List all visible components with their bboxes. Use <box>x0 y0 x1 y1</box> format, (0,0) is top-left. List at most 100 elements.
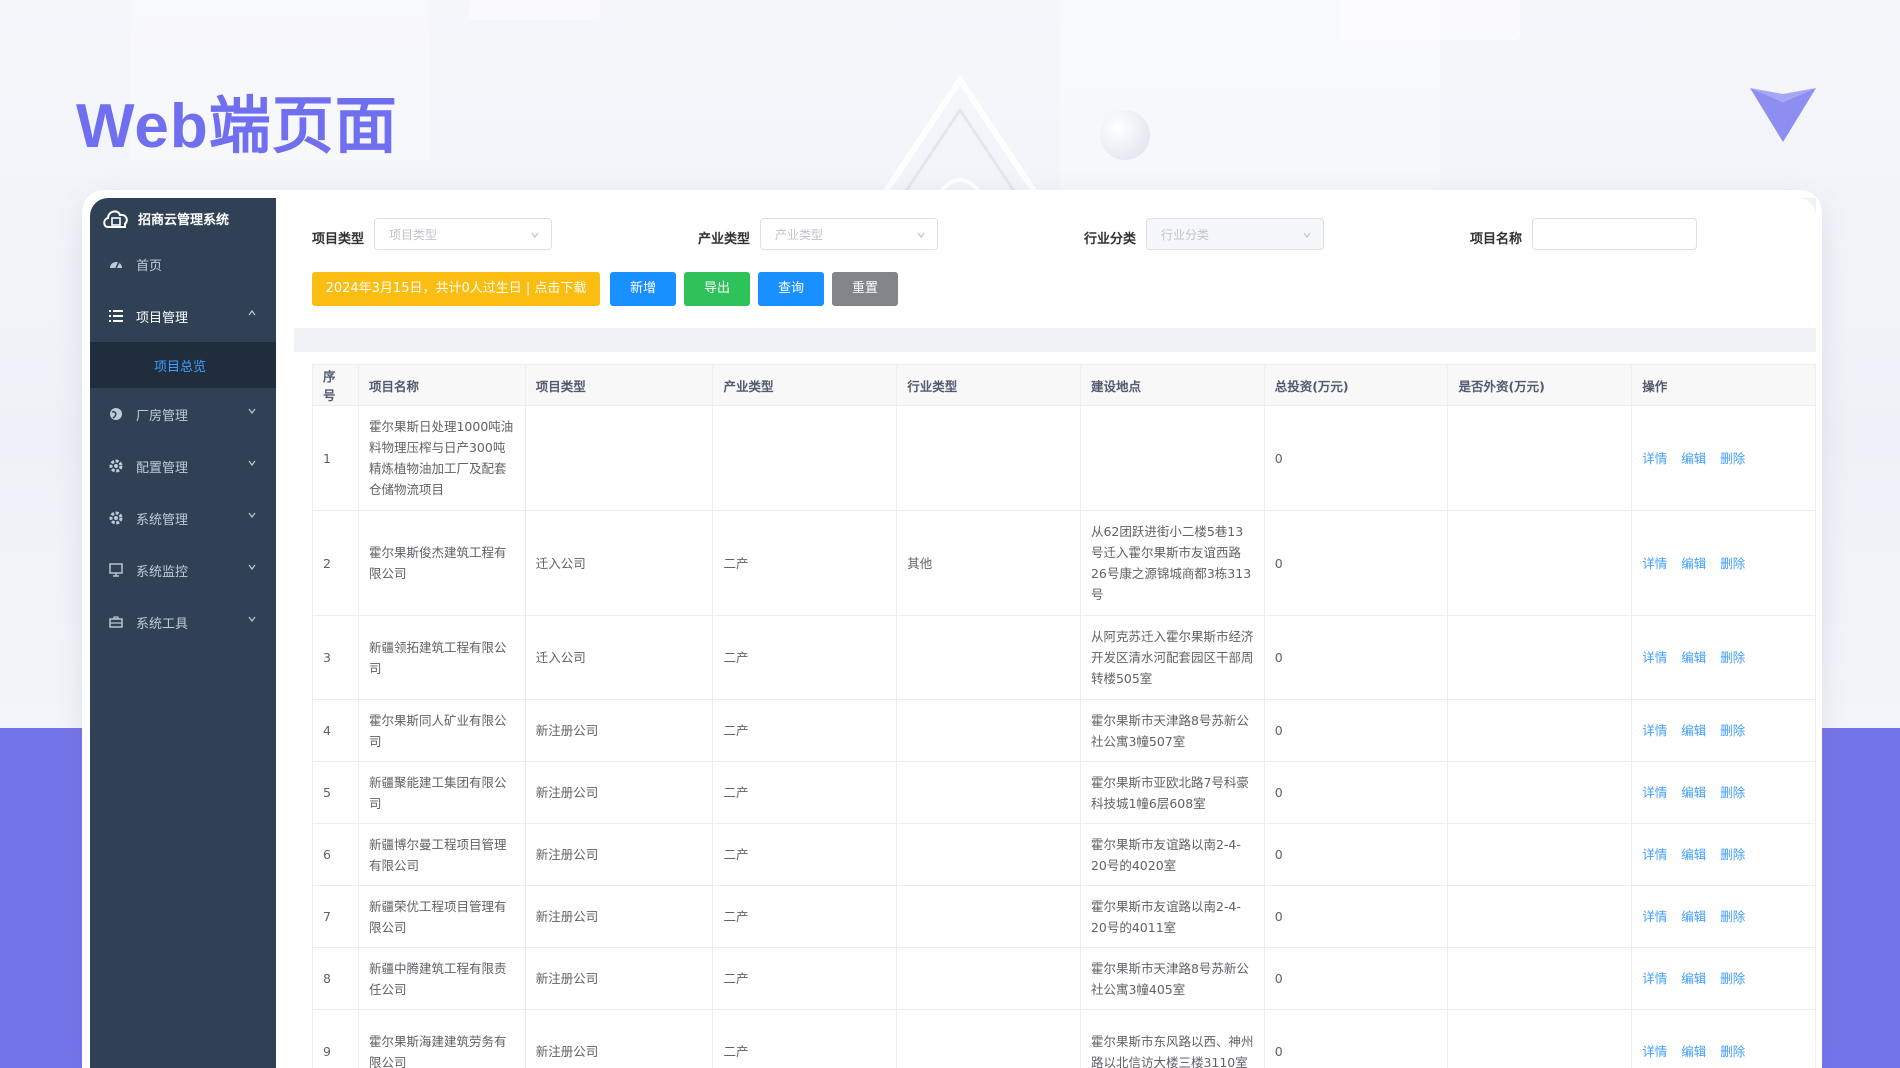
delete-link[interactable]: 删除 <box>1720 847 1745 862</box>
table-cell-ptype: 新注册公司 <box>524 761 714 824</box>
query-button[interactable]: 查询 <box>758 272 824 306</box>
chevron-down-icon <box>248 512 256 518</box>
table-cell-itype: 二产 <box>712 761 898 824</box>
delete-link[interactable]: 删除 <box>1720 556 1745 571</box>
table-header-cell[interactable]: 项目名称 <box>357 364 526 406</box>
table-cell-addr: 从62团跃进街小二楼5巷13号迁入霍尔果斯市友谊西路26号康之源锦城商都3栋31… <box>1079 510 1265 616</box>
reset-button[interactable]: 重置 <box>832 272 898 306</box>
sidebar-brand-name: 招商云管理系统 <box>138 212 230 228</box>
detail-link[interactable]: 详情 <box>1642 650 1667 665</box>
table-cell-actions: 详情 编辑 删除 <box>1631 699 1816 762</box>
table-cell-no: 8 <box>312 947 359 1010</box>
sidebar-item-label: 厂房管理 <box>136 408 189 424</box>
sidebar-item-label: 项目管理 <box>136 310 189 326</box>
sidebar-item-factory-management[interactable]: 厂房管理 <box>90 388 276 440</box>
table-row[interactable]: 6 新疆博尔曼工程项目管理有限公司 新注册公司 二产 霍尔果斯市友谊路以南2-4-20号… <box>312 823 1816 886</box>
edit-link[interactable]: 编辑 <box>1681 723 1706 738</box>
sidebar-item-project-management[interactable]: 项目管理 <box>90 290 276 342</box>
table-header-cell[interactable]: 项目类型 <box>524 364 714 406</box>
birthday-download-button[interactable]: 2024年3月15日，共计0人过生日 | 点击下载 <box>312 272 600 306</box>
detail-link[interactable]: 详情 <box>1642 785 1667 800</box>
delete-link[interactable]: 删除 <box>1720 971 1745 986</box>
table-cell-actions: 详情 编辑 删除 <box>1631 615 1816 700</box>
table-header-cell[interactable]: 行业类型 <box>896 364 1081 406</box>
table-cell-itype: 二产 <box>712 699 898 762</box>
chevron-logo-icon <box>1750 88 1816 142</box>
table-header-cell[interactable]: 是否外资(万元) <box>1447 364 1633 406</box>
table-cell-ptype: 迁入公司 <box>524 510 714 616</box>
edit-link[interactable]: 编辑 <box>1681 909 1706 924</box>
table-cell-itype: 二产 <box>712 1009 898 1068</box>
table-row[interactable]: 5 新疆聚能建工集团有限公司 新注册公司 二产 霍尔果斯市亚欧北路7号科豪科技城1幢6层… <box>312 761 1816 824</box>
table-header-row: 序号 项目名称 项目类型 产业类型 行业类型 建设地点 总投资(万元) 是否外资… <box>312 364 1816 406</box>
table-row[interactable]: 7 新疆荣优工程项目管理有限公司 新注册公司 二产 霍尔果斯市友谊路以南2-4-20号的… <box>312 885 1816 948</box>
detail-link[interactable]: 详情 <box>1642 847 1667 862</box>
detail-link[interactable]: 详情 <box>1642 909 1667 924</box>
delete-link[interactable]: 删除 <box>1720 1044 1745 1059</box>
hero-title: Web端页面 <box>76 92 398 161</box>
detail-link[interactable]: 详情 <box>1642 451 1667 466</box>
edit-link[interactable]: 编辑 <box>1681 847 1706 862</box>
detail-link[interactable]: 详情 <box>1642 1044 1667 1059</box>
sidebar-subitem-project-overview[interactable]: 项目总览 <box>90 342 276 388</box>
table-header-cell[interactable]: 总投资(万元) <box>1263 364 1449 406</box>
delete-link[interactable]: 删除 <box>1720 909 1745 924</box>
table-cell-ptype: 新注册公司 <box>524 1009 714 1068</box>
table-header-cell[interactable]: 产业类型 <box>712 364 898 406</box>
table-header-cell[interactable]: 建设地点 <box>1079 364 1265 406</box>
industry-type-label: 产业类型 <box>698 232 751 247</box>
detail-link[interactable]: 详情 <box>1642 556 1667 571</box>
industry-type-select[interactable]: 产业类型 <box>760 218 938 250</box>
table-cell-sector <box>896 823 1081 886</box>
table-cell-ptype <box>524 405 714 511</box>
edit-link[interactable]: 编辑 <box>1681 556 1706 571</box>
edit-link[interactable]: 编辑 <box>1681 1044 1706 1059</box>
sidebar-item-system-management[interactable]: 系统管理 <box>90 492 276 544</box>
project-name-input[interactable] <box>1532 218 1697 250</box>
sidebar-item-system-monitor[interactable]: 系统监控 <box>90 544 276 596</box>
bubble-decoration <box>1100 110 1150 160</box>
delete-link[interactable]: 删除 <box>1720 451 1745 466</box>
sector-placeholder: 行业分类 <box>1161 228 1210 242</box>
table-row[interactable]: 2 霍尔果斯俊杰建筑工程有限公司 迁入公司 二产 其他 从62团跃进街小二楼5巷13号迁入… <box>312 510 1816 616</box>
edit-link[interactable]: 编辑 <box>1681 971 1706 986</box>
detail-link[interactable]: 详情 <box>1642 971 1667 986</box>
table-header-cell[interactable]: 序号 <box>312 364 359 406</box>
sidebar-item-home[interactable]: 首页 <box>90 238 276 290</box>
project-type-select[interactable]: 项目类型 <box>374 218 552 250</box>
chevron-down-icon <box>248 616 256 622</box>
table-cell-sector <box>896 615 1081 700</box>
sidebar-item-system-tools[interactable]: 系统工具 <box>90 596 276 648</box>
sidebar-brand[interactable]: 招商云管理系统 <box>90 198 276 238</box>
table-cell-invest: 0 <box>1263 405 1449 511</box>
delete-link[interactable]: 删除 <box>1720 650 1745 665</box>
table-cell-addr: 霍尔果斯市亚欧北路7号科豪科技城1幢6层608室 <box>1079 761 1265 824</box>
chevron-down-icon <box>917 232 925 238</box>
sector-select[interactable]: 行业分类 <box>1146 218 1324 250</box>
edit-link[interactable]: 编辑 <box>1681 650 1706 665</box>
table-cell-no: 4 <box>312 699 359 762</box>
table-cell-itype: 二产 <box>712 615 898 700</box>
table-row[interactable]: 4 霍尔果斯同人矿业有限公司 新注册公司 二产 霍尔果斯市天津路8号苏新公社公寓3幢50… <box>312 699 1816 762</box>
table-cell-invest: 0 <box>1263 761 1449 824</box>
table-row[interactable]: 9 霍尔果斯海建建筑劳务有限公司 新注册公司 二产 霍尔果斯市东风路以西、神州路以北信访… <box>312 1009 1816 1068</box>
edit-link[interactable]: 编辑 <box>1681 451 1706 466</box>
table-header-cell[interactable]: 操作 <box>1631 364 1816 406</box>
table-cell-actions: 详情 编辑 删除 <box>1631 885 1816 948</box>
table-cell-ptype: 迁入公司 <box>524 615 714 700</box>
delete-link[interactable]: 删除 <box>1720 723 1745 738</box>
table-row[interactable]: 3 新疆领拓建筑工程有限公司 迁入公司 二产 从阿克苏迁入霍尔果斯市经济开发区清水河配套… <box>312 615 1816 700</box>
table-cell-sector <box>896 405 1081 511</box>
sidebar-item-label: 配置管理 <box>136 460 189 476</box>
table-cell-addr: 霍尔果斯市天津路8号苏新公社公寓3幢405室 <box>1079 947 1265 1010</box>
table-row[interactable]: 1 霍尔果斯日处理1000吨油料物理压榨与日产300吨精炼植物油加工厂及配套仓储物… <box>312 405 1816 511</box>
add-button[interactable]: 新增 <box>610 272 676 306</box>
chevron-down-icon <box>1303 232 1311 238</box>
edit-link[interactable]: 编辑 <box>1681 785 1706 800</box>
delete-link[interactable]: 删除 <box>1720 785 1745 800</box>
table-row[interactable]: 8 新疆中腾建筑工程有限责任公司 新注册公司 二产 霍尔果斯市天津路8号苏新公社公寓3幢… <box>312 947 1816 1010</box>
export-button[interactable]: 导出 <box>684 272 750 306</box>
sidebar-item-config-management[interactable]: 配置管理 <box>90 440 276 492</box>
table-cell-ptype: 新注册公司 <box>524 947 714 1010</box>
detail-link[interactable]: 详情 <box>1642 723 1667 738</box>
